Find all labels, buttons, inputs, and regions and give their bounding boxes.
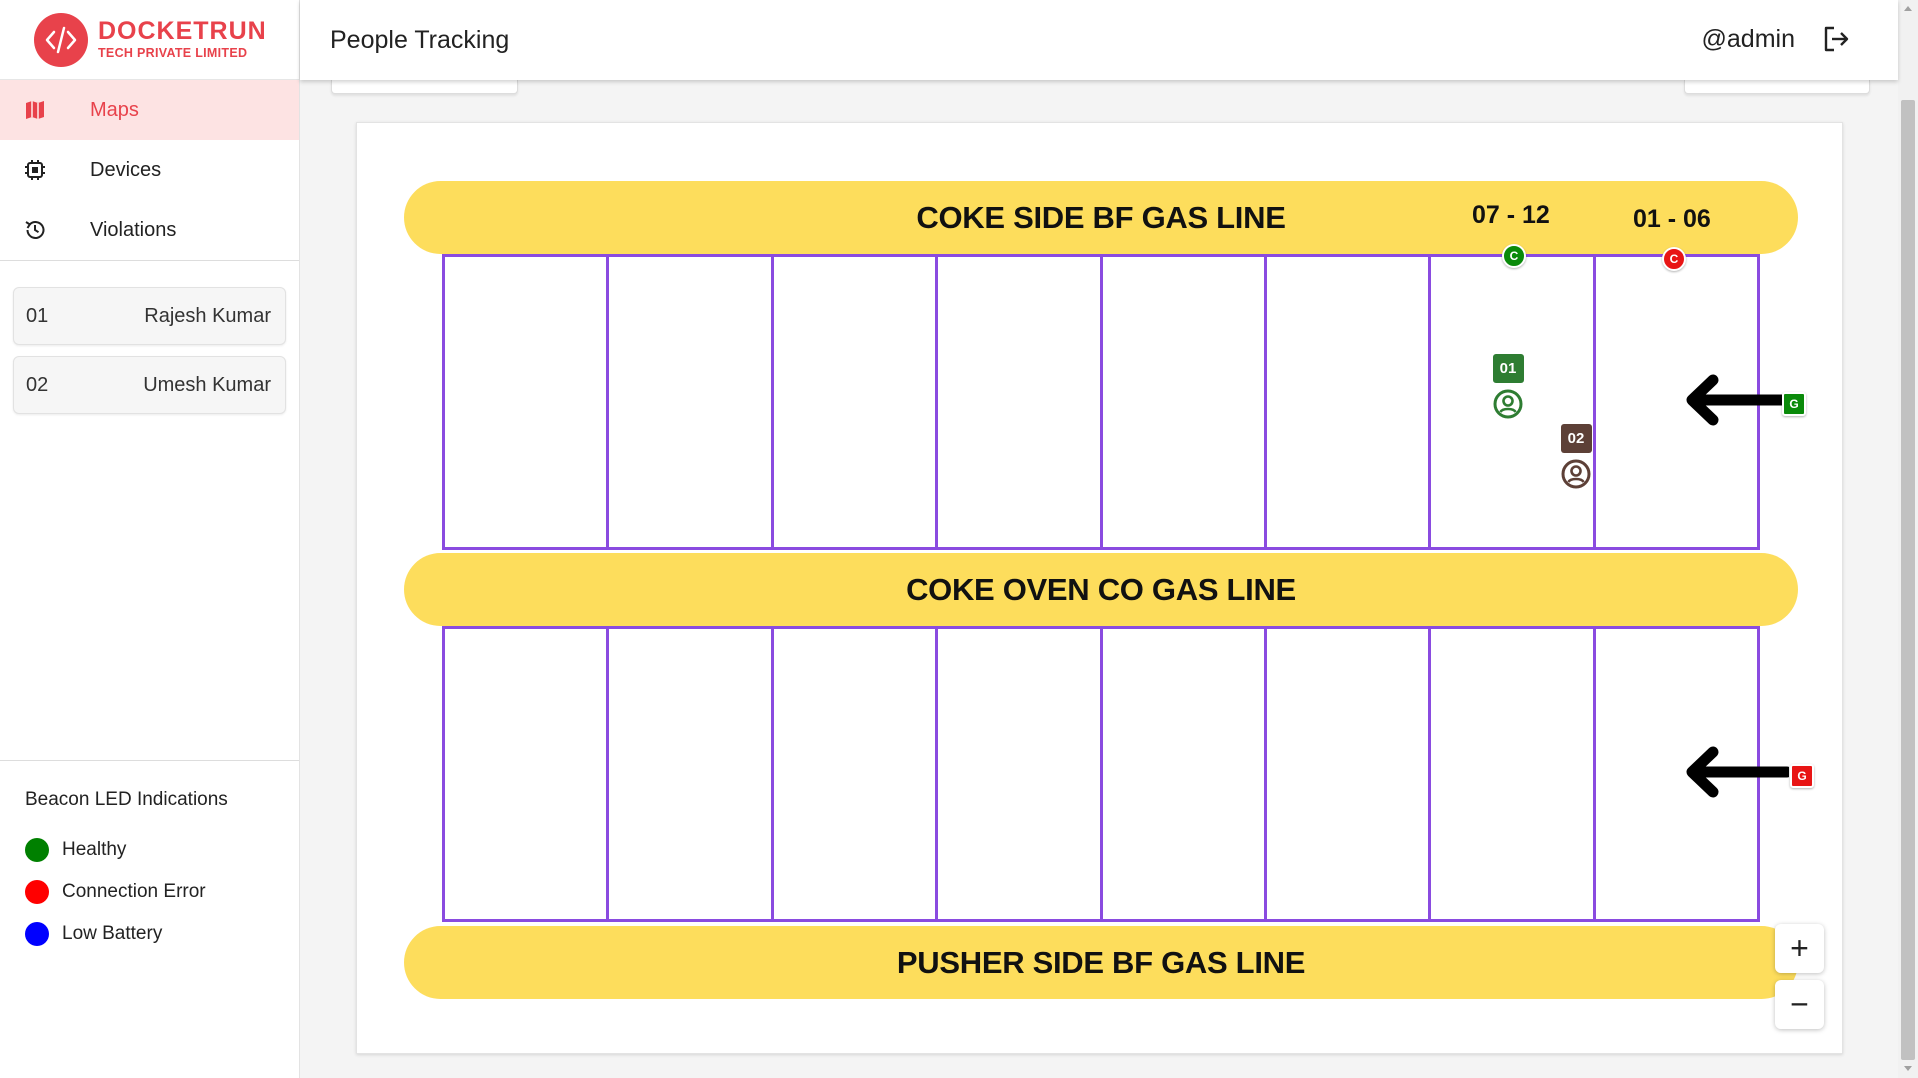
scroll-up-icon[interactable]	[1904, 6, 1912, 11]
beacon-legend: Beacon LED Indications Healthy Connectio…	[0, 761, 299, 955]
history-icon	[22, 217, 48, 243]
person-icon	[1561, 459, 1591, 489]
beacon-healthy[interactable]: C	[1502, 244, 1526, 268]
grid-cell	[609, 257, 774, 547]
person-icon	[1493, 389, 1523, 419]
legend-label: Connection Error	[62, 881, 206, 902]
sidebar: DOCKETRUN TECH PRIVATE LIMITED Maps Devi…	[0, 0, 300, 1078]
beacon-connection-error[interactable]: C	[1662, 247, 1686, 271]
oven-grid-upper	[442, 254, 1760, 550]
grid-cell	[774, 629, 939, 919]
sidebar-item-label: Devices	[90, 158, 162, 181]
zoom-in-button[interactable]: +	[1775, 924, 1824, 973]
gas-line-coke-oven: COKE OVEN CO GAS LINE	[404, 553, 1798, 626]
grid-cell	[1267, 629, 1432, 919]
username[interactable]: @admin	[1702, 25, 1795, 54]
brand-subtitle: TECH PRIVATE LIMITED	[98, 46, 248, 61]
left-arrow-icon	[1686, 746, 1789, 798]
scrollbar-thumb[interactable]	[1901, 100, 1915, 1060]
chip-icon	[22, 157, 48, 183]
grid-cell	[938, 257, 1103, 547]
brand-logo[interactable]: DOCKETRUN TECH PRIVATE LIMITED	[0, 0, 299, 80]
marker-tag: 01	[1492, 354, 1524, 383]
gate-connection-error[interactable]: G	[1790, 764, 1814, 788]
oven-grid-lower	[442, 626, 1760, 922]
gate-healthy[interactable]: G	[1782, 392, 1806, 416]
sidebar-nav: Maps Devices Violations	[0, 80, 299, 261]
left-arrow-icon	[1686, 374, 1789, 426]
map-icon	[22, 97, 48, 123]
gas-line-pusher-side: PUSHER SIDE BF GAS LINE	[404, 926, 1798, 999]
legend-item-low-battery: Low Battery	[25, 913, 299, 955]
brand-name: DOCKETRUN	[98, 17, 267, 46]
sidebar-item-violations[interactable]: Violations	[0, 200, 299, 260]
grid-cell	[1431, 629, 1596, 919]
zoom-out-button[interactable]: −	[1775, 980, 1824, 1029]
toolbar-button-right[interactable]	[1684, 80, 1870, 94]
status-dot-icon	[25, 838, 49, 862]
legend-label: Low Battery	[62, 923, 163, 944]
person-name: Umesh Kumar	[143, 373, 271, 396]
top-header: People Tracking @admin	[300, 0, 1898, 80]
map-canvas[interactable]: COKE SIDE BF GAS LINE COKE OVEN CO GAS L…	[356, 122, 1843, 1054]
sidebar-item-label: Maps	[90, 98, 139, 121]
range-label-07-12: 07 - 12	[1472, 201, 1550, 229]
user-area: @admin	[1702, 24, 1851, 54]
person-name: Rajesh Kumar	[144, 304, 271, 327]
grid-cell	[774, 257, 939, 547]
grid-cell	[1103, 257, 1267, 547]
person-marker-02[interactable]: 02	[1556, 424, 1596, 489]
grid-cell	[609, 629, 774, 919]
legend-title: Beacon LED Indications	[25, 789, 228, 810]
marker-tag: 02	[1560, 424, 1592, 453]
person-id: 02	[26, 373, 49, 396]
grid-cell	[445, 257, 610, 547]
logout-icon[interactable]	[1821, 24, 1851, 54]
person-card[interactable]: 02 Umesh Kumar	[13, 356, 286, 414]
legend-label: Healthy	[62, 839, 127, 860]
grid-cell	[1103, 629, 1267, 919]
toolbar-button-left[interactable]	[331, 80, 518, 94]
range-label-01-06: 01 - 06	[1633, 205, 1711, 233]
legend-item-connection-error: Connection Error	[25, 871, 299, 913]
vertical-scrollbar[interactable]	[1898, 0, 1918, 1078]
person-id: 01	[26, 304, 49, 327]
sidebar-item-label: Violations	[90, 218, 177, 241]
sidebar-item-maps[interactable]: Maps	[0, 80, 299, 140]
code-logo-icon	[34, 12, 88, 67]
grid-cell	[938, 629, 1103, 919]
gas-line-coke-side: COKE SIDE BF GAS LINE	[404, 181, 1798, 254]
grid-cell	[1267, 257, 1432, 547]
grid-cell	[445, 629, 610, 919]
status-dot-icon	[25, 880, 49, 904]
scroll-down-icon[interactable]	[1904, 1066, 1912, 1071]
people-list: 01 Rajesh Kumar 02 Umesh Kumar	[0, 261, 299, 761]
legend-item-healthy: Healthy	[25, 829, 299, 871]
person-marker-01[interactable]: 01	[1488, 354, 1528, 419]
person-card[interactable]: 01 Rajesh Kumar	[13, 287, 286, 345]
sidebar-item-devices[interactable]: Devices	[0, 140, 299, 200]
status-dot-icon	[25, 922, 49, 946]
page-title: People Tracking	[330, 25, 510, 54]
